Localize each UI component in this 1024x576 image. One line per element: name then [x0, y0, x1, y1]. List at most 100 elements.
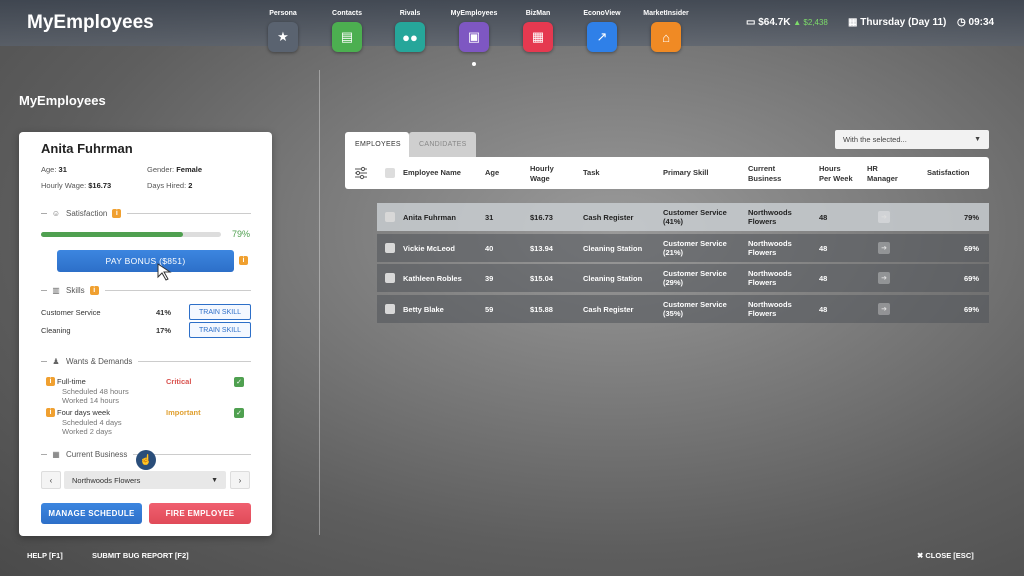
with-selected-dropdown[interactable]: With the selected... ▼	[835, 130, 989, 149]
employee-card: Anita Fuhrman Age: 31 Gender: Female Hou…	[19, 132, 272, 536]
cell-name: Kathleen Robles	[403, 274, 462, 283]
filter-icon[interactable]	[354, 166, 368, 180]
table-row[interactable]: Kathleen Robles 39 $15.04 Cleaning Stati…	[377, 264, 989, 292]
nav-myemployees[interactable]: MyEmployees ▣	[444, 10, 504, 52]
col-skill[interactable]: Primary Skill	[663, 168, 708, 178]
tab-candidates[interactable]: CANDIDATES	[409, 132, 476, 157]
cell-satisfaction: 69%	[964, 244, 980, 253]
market-icon: ⌂	[651, 22, 681, 52]
cell-business: Northwoods Flowers	[748, 300, 792, 318]
person-icon: ♟	[52, 356, 60, 366]
train-skill-button[interactable]: TRAIN SKILL	[189, 304, 251, 320]
cell-name: Anita Fuhrman	[403, 213, 456, 222]
cell-age: 39	[485, 274, 494, 283]
hr-manager-icon[interactable]: ➜	[878, 272, 890, 284]
satisfaction-pct: 79%	[232, 229, 251, 239]
col-name[interactable]: Employee Name	[403, 168, 461, 178]
priority-critical: Critical	[166, 377, 192, 386]
satisfaction-fill	[41, 232, 184, 237]
info-icon[interactable]: i	[239, 256, 248, 265]
close-button[interactable]: ✖ CLOSE [ESC]	[917, 551, 974, 560]
col-hr-manager[interactable]: HR Manager	[867, 164, 898, 184]
fire-employee-button[interactable]: FIRE EMPLOYEE	[149, 503, 251, 524]
cell-wage: $13.94	[530, 244, 553, 253]
skill-name: Cleaning	[41, 326, 71, 335]
trend-icon: ↗	[587, 22, 617, 52]
nav-rivals[interactable]: Rivals ●●	[380, 10, 440, 52]
row-checkbox[interactable]	[385, 243, 395, 253]
cell-age: 40	[485, 244, 494, 253]
persona-icon: ★	[268, 22, 298, 52]
prev-business-button[interactable]: ‹	[41, 471, 61, 489]
info-icon[interactable]: i	[89, 285, 99, 295]
pay-bonus-button[interactable]: PAY BONUS ($851)	[57, 250, 234, 272]
wage-field: Hourly Wage: $16.73	[41, 181, 112, 190]
help-link[interactable]: HELP [F1]	[27, 551, 63, 560]
info-icon[interactable]: i	[112, 208, 122, 218]
employee-name: Anita Fuhrman	[41, 141, 133, 156]
nav-persona[interactable]: Persona ★	[253, 10, 313, 52]
hr-manager-icon[interactable]: ➜	[878, 242, 890, 254]
cell-skill: Customer Service (21%)	[663, 239, 727, 257]
cell-hours: 48	[819, 305, 828, 314]
nav-econoview[interactable]: EconoView ↗	[572, 10, 632, 52]
col-wage[interactable]: Hourly Wage	[530, 164, 554, 184]
cell-age: 59	[485, 305, 494, 314]
col-hours[interactable]: Hours Per Week	[819, 164, 853, 184]
info-icon: i	[46, 377, 55, 386]
table-row[interactable]: Anita Fuhrman 31 $16.73 Cash Register Cu…	[377, 203, 989, 231]
business-value: Northwoods Flowers	[72, 475, 141, 485]
cell-skill: Customer Service (35%)	[663, 300, 727, 318]
app-title: MyEmployees	[27, 12, 154, 33]
nav-contacts[interactable]: Contacts ▤	[317, 10, 377, 52]
table-row[interactable]: Betty Blake 59 $15.88 Cash Register Cust…	[377, 295, 989, 323]
cell-task: Cash Register	[583, 305, 634, 314]
nav-bizman[interactable]: BizMan ▦	[508, 10, 568, 52]
chevron-down-icon: ▼	[211, 476, 218, 484]
money-display: ▭ $64.7K ▲ $2,438	[746, 17, 828, 28]
chart-icon: ▥	[52, 285, 60, 295]
time-value: 09:34	[968, 17, 995, 28]
cell-task: Cleaning Station	[583, 274, 643, 283]
table-header: Employee Name Age Hourly Wage Task Primar…	[345, 157, 989, 189]
cell-wage: $15.88	[530, 305, 553, 314]
skill-pct: 41%	[156, 308, 172, 317]
hr-manager-icon[interactable]: ➜	[878, 303, 890, 315]
train-skill-button[interactable]: TRAIN SKILL	[189, 322, 251, 338]
cell-task: Cash Register	[583, 213, 634, 222]
page-title: MyEmployees	[19, 93, 106, 108]
money-delta: ▲ $2,438	[793, 18, 828, 27]
row-checkbox[interactable]	[385, 273, 395, 283]
hr-manager-icon[interactable]: ➜	[878, 211, 890, 223]
cell-wage: $16.73	[530, 213, 553, 222]
col-satisfaction[interactable]: Satisfaction	[927, 168, 970, 178]
cell-wage: $15.04	[530, 274, 553, 283]
nav-label: EconoView	[583, 10, 621, 17]
skill-name: Customer Service	[41, 308, 101, 317]
close-icon: ✖	[917, 551, 924, 560]
table-tabs: EMPLOYEES CANDIDATES	[345, 132, 476, 157]
manage-schedule-button[interactable]: MANAGE SCHEDULE	[41, 503, 142, 524]
store-icon: ▦	[52, 449, 60, 459]
row-checkbox[interactable]	[385, 304, 395, 314]
bug-report-link[interactable]: SUBMIT BUG REPORT [F2]	[92, 551, 189, 560]
nav-marketinsider[interactable]: MarketInsider ⌂	[636, 10, 696, 52]
nav-label: Persona	[269, 10, 297, 17]
business-select[interactable]: Northwoods Flowers ▼	[64, 471, 226, 489]
table-row[interactable]: Vickie McLeod 40 $13.94 Cleaning Station…	[377, 234, 989, 262]
cell-skill: Customer Service (29%)	[663, 269, 727, 287]
time-display: ◷ 09:34	[957, 17, 994, 28]
tab-employees[interactable]: EMPLOYEES	[345, 132, 409, 157]
next-business-button[interactable]: ›	[230, 471, 250, 489]
cell-satisfaction: 69%	[964, 305, 980, 314]
row-checkbox[interactable]	[385, 212, 395, 222]
col-business[interactable]: Current Business	[748, 164, 781, 184]
cell-name: Vickie McLeod	[403, 244, 455, 253]
chat-icon: ▤	[332, 22, 362, 52]
active-nav-indicator	[472, 62, 476, 66]
select-all-checkbox[interactable]	[385, 168, 395, 178]
col-task[interactable]: Task	[583, 168, 600, 178]
col-age[interactable]: Age	[485, 168, 499, 178]
clock-icon: ◷	[957, 17, 966, 28]
info-icon: i	[46, 408, 55, 417]
